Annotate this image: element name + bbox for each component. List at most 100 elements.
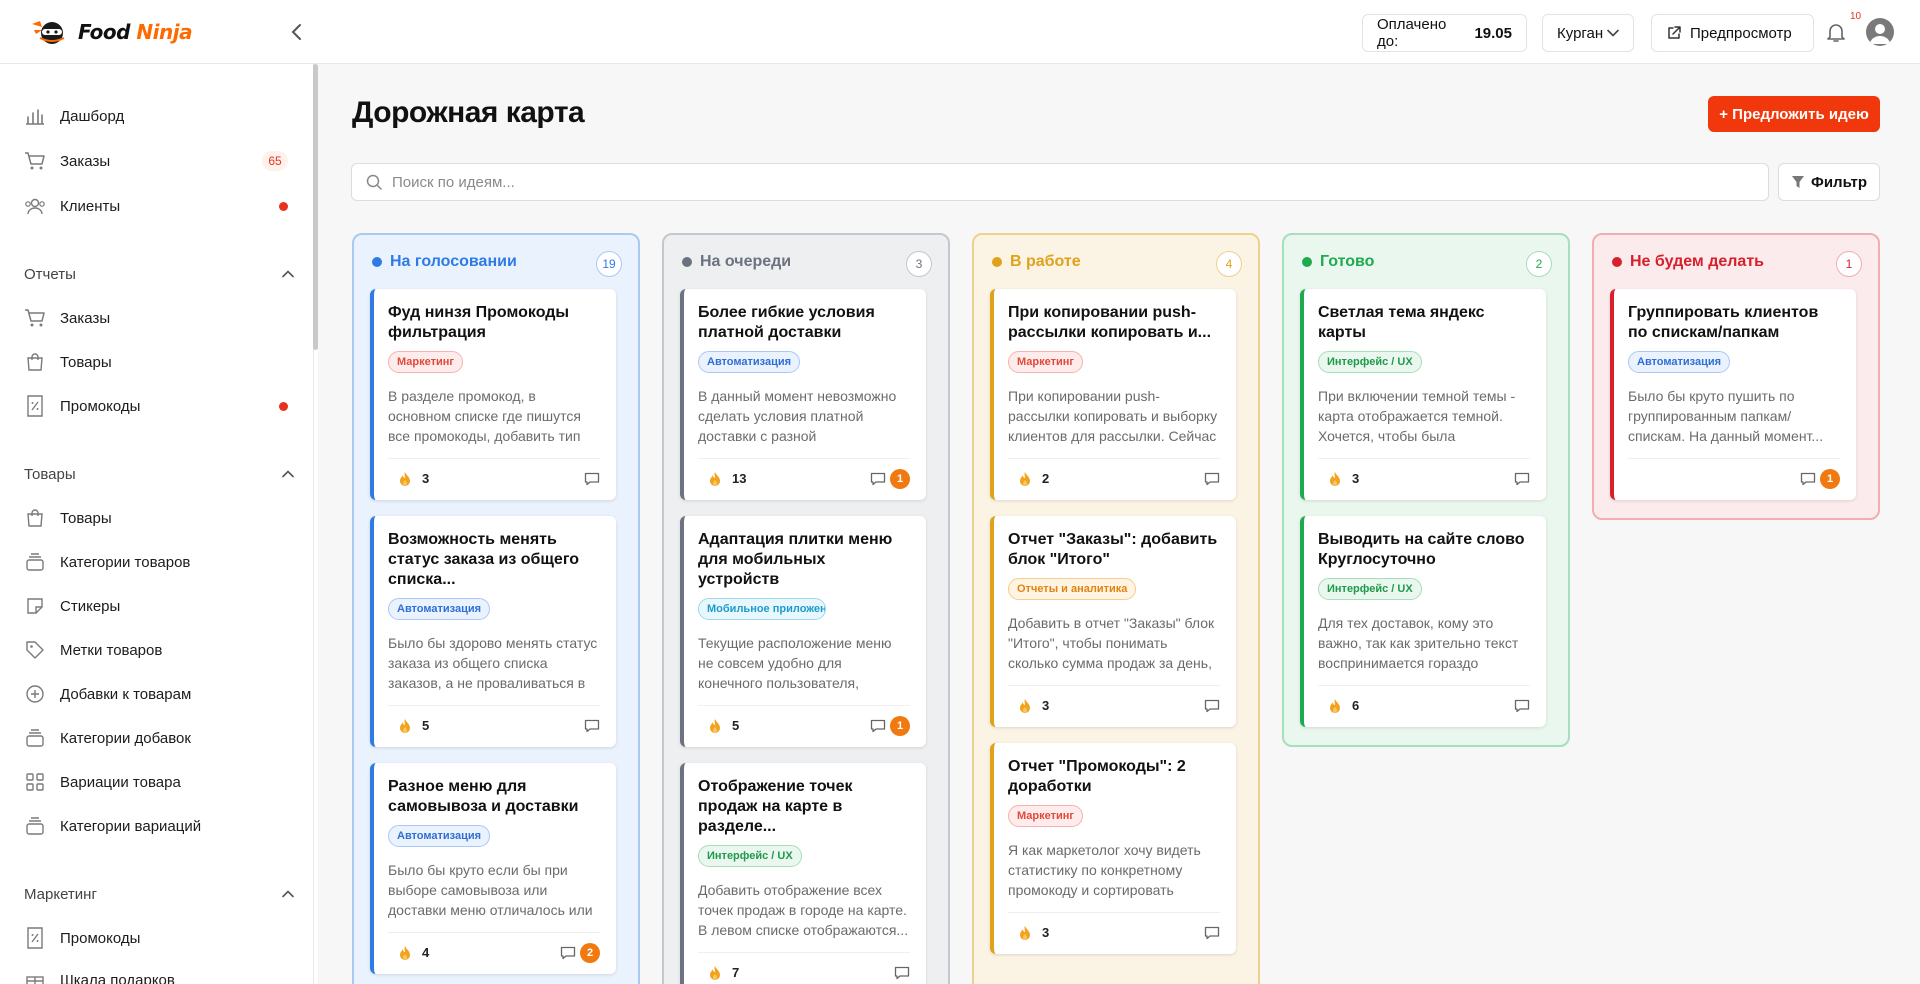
vote-count: 5 [732, 718, 740, 733]
filter-button[interactable]: Фильтр [1778, 163, 1880, 201]
sidebar-item-goods-categories[interactable]: Категории товаров [24, 544, 294, 580]
top-header: Food Ninja Оплачено до: 19.05 Курган Пре… [0, 0, 1920, 64]
preview-button[interactable]: Предпросмотр [1651, 14, 1814, 52]
sidebar-item-clients[interactable]: Клиенты [24, 188, 294, 224]
paid-until-button[interactable]: Оплачено до: 19.05 [1362, 14, 1527, 52]
comments-button[interactable] [584, 719, 600, 733]
idea-card[interactable]: Группировать клиентов по спискам/папкам А… [1610, 289, 1856, 500]
sidebar-item-reports-goods[interactable]: Товары [24, 344, 294, 380]
column-count-badge: 4 [1216, 251, 1242, 277]
comments-button[interactable] [894, 966, 910, 980]
category-tag: Интерфейс / UX [1318, 351, 1422, 373]
chevron-up-icon [282, 890, 294, 898]
column-body: Фуд нинзя Промокоды фильтрация Маркетинг В… [354, 289, 638, 974]
sidebar-item-label: Категории вариаций [60, 817, 202, 835]
card-footer: 3 [388, 458, 600, 488]
idea-card[interactable]: При копировании push-рассылки копировать… [990, 289, 1236, 500]
sidebar-item-gift-scale[interactable]: Шкала подарков [24, 962, 294, 984]
idea-card[interactable]: Адаптация плитки меню для мобильных устр… [680, 516, 926, 747]
comments-button[interactable]: 1 [870, 715, 910, 736]
column-title: Не будем делать [1630, 253, 1764, 270]
vote-button[interactable]: 5 [698, 718, 739, 734]
idea-card[interactable]: Более гибкие условия платной доставки Авт… [680, 289, 926, 500]
comments-button[interactable] [1204, 472, 1220, 486]
idea-card[interactable]: Отчет "Промокоды": 2 доработки Маркетинг Я… [990, 743, 1236, 954]
comments-button[interactable] [1204, 699, 1220, 713]
column-title: В работе [1010, 253, 1081, 270]
notifications-badge: 10 [1850, 11, 1862, 22]
card-description: В разделе промокод, в основном списке гд… [388, 388, 581, 444]
sidebar-item-orders[interactable]: Заказы 65 [24, 143, 294, 179]
card-title: Адаптация плитки меню для мобильных устр… [698, 531, 893, 588]
vote-button[interactable]: 13 [698, 471, 746, 487]
plus-circle-icon [24, 683, 46, 705]
idea-card[interactable]: Возможность менять статус заказа из обще… [370, 516, 616, 747]
vote-button[interactable]: 3 [1318, 471, 1359, 487]
logo-word-food: Food [78, 20, 130, 44]
status-dot [682, 257, 692, 267]
preview-label: Предпросмотр [1690, 24, 1792, 42]
idea-card[interactable]: Выводить на сайте слово Круглосуточно Инт… [1300, 516, 1546, 727]
comments-button[interactable] [1204, 926, 1220, 940]
comments-button[interactable] [1514, 699, 1530, 713]
column-body: Более гибкие условия платной доставки Авт… [664, 289, 948, 984]
card-footer: 2 [1008, 458, 1220, 488]
bell-icon[interactable] [1824, 20, 1848, 44]
fire-icon [710, 471, 720, 486]
vote-button[interactable]: 2 [1008, 471, 1049, 487]
category-tag: Автоматизация [388, 598, 491, 620]
idea-card[interactable]: Отчет "Заказы": добавить блок "Итого" Отч… [990, 516, 1236, 727]
vote-count: 4 [422, 945, 430, 960]
search-icon [366, 174, 382, 190]
vote-button[interactable]: 7 [698, 965, 739, 981]
sidebar-item-addon-categories[interactable]: Категории добавок [24, 720, 294, 756]
card-description: Добавить отображение всех точек продаж в… [698, 882, 909, 938]
vote-count: 3 [1042, 698, 1050, 713]
vote-button[interactable]: 3 [1008, 925, 1049, 941]
category-tag: Автоматизация [1628, 351, 1731, 373]
search-input[interactable] [392, 173, 1692, 191]
sidebar-item-labels[interactable]: Метки товаров [24, 632, 294, 668]
vote-button[interactable]: 5 [388, 718, 429, 734]
city-select[interactable]: Курган [1542, 14, 1634, 52]
sidebar-section-reports[interactable]: Отчеты [24, 262, 294, 286]
sidebar-item-label: Дашборд [60, 107, 125, 125]
comment-icon [1204, 472, 1220, 485]
sidebar-item-variation-categories[interactable]: Категории вариаций [24, 808, 294, 844]
logo[interactable]: Food Ninja [30, 16, 193, 48]
sidebar-item-dashboard[interactable]: Дашборд [24, 98, 294, 134]
avatar[interactable] [1866, 18, 1894, 46]
vote-button[interactable]: 4 [388, 945, 429, 961]
comments-button[interactable]: 1 [1800, 468, 1840, 489]
comments-button[interactable]: 2 [560, 942, 600, 963]
card-title: Отчет "Промокоды": 2 доработки [1008, 758, 1186, 795]
sidebar-item-reports-orders[interactable]: Заказы [24, 300, 294, 336]
comments-button[interactable]: 1 [870, 468, 910, 489]
comment-icon [1800, 472, 1816, 485]
sidebar-item-goods[interactable]: Товары [24, 500, 294, 536]
idea-card[interactable]: Отображение точек продаж на карте в разд… [680, 763, 926, 984]
vote-button[interactable]: 6 [1318, 698, 1359, 714]
sidebar-item-stickers[interactable]: Стикеры [24, 588, 294, 624]
vote-button[interactable]: 3 [1008, 698, 1049, 714]
bag-icon [24, 351, 46, 373]
suggest-idea-button[interactable]: + Предложить идею [1708, 96, 1880, 132]
idea-card[interactable]: Светлая тема яндекс карты Интерфейс / UX П… [1300, 289, 1546, 500]
vote-count: 3 [1042, 925, 1050, 940]
card-footer: 3 [1008, 912, 1220, 942]
idea-card[interactable]: Разное меню для самовывоза и доставки Авт… [370, 763, 616, 974]
idea-card[interactable]: Фуд нинзя Промокоды фильтрация Маркетинг В… [370, 289, 616, 500]
collapse-sidebar-button[interactable] [282, 18, 310, 46]
sidebar-item-marketing-promocodes[interactable]: Промокоды [24, 920, 294, 956]
comments-button[interactable] [584, 472, 600, 486]
vote-button[interactable]: 3 [388, 471, 429, 487]
section-title: Маркетинг [24, 885, 97, 903]
sidebar-item-variations[interactable]: Вариации товара [24, 764, 294, 800]
sidebar-item-addons[interactable]: Добавки к товарам [24, 676, 294, 712]
sidebar-item-reports-promocodes[interactable]: Промокоды [24, 388, 294, 424]
comments-button[interactable] [1514, 472, 1530, 486]
card-title: Выводить на сайте слово Круглосуточно [1318, 531, 1525, 568]
fire-icon [710, 718, 720, 733]
sidebar-section-marketing[interactable]: Маркетинг [24, 882, 294, 906]
sidebar-section-goods[interactable]: Товары [24, 462, 294, 486]
